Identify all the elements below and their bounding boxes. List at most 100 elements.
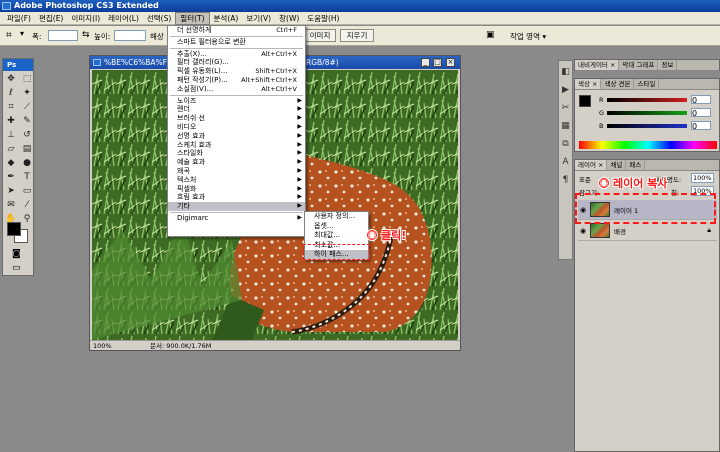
filter-menu-item[interactable]: 왜곡 ▶ — [168, 167, 305, 176]
tab-paths[interactable]: 패스 — [626, 160, 646, 170]
actions-icon[interactable]: ▶ — [559, 83, 572, 97]
tool-preset-arrow-icon[interactable]: ▾ — [20, 29, 24, 38]
filter-menu-item[interactable]: 선명 효과 ▶ — [168, 132, 305, 141]
menu-view[interactable]: 보기(V) — [242, 12, 275, 25]
clone-source-icon[interactable]: ⧉ — [559, 137, 572, 151]
paragraph-icon[interactable]: ¶ — [559, 173, 572, 187]
filter-menu-item[interactable]: 렌더 ▶ — [168, 105, 305, 114]
foreground-color-swatch[interactable] — [7, 222, 21, 236]
submenu-arrow-icon: ▶ — [297, 213, 302, 221]
history-brush-icon[interactable]: ↺ — [20, 129, 34, 141]
tab-styles[interactable]: 스타일 — [634, 79, 660, 89]
slice-tool-icon[interactable]: ⟋ — [20, 101, 34, 113]
workspace-menu[interactable]: 작업 영역 ▾ — [510, 31, 546, 42]
move-tool-icon[interactable]: ✥ — [4, 73, 18, 85]
menu-analysis[interactable]: 분석(A) — [210, 12, 243, 25]
filter-menu-item[interactable]: 스마트 필터용으로 변환 — [168, 38, 305, 47]
channel-value-input[interactable]: 0 — [691, 121, 711, 131]
filter-menu-item[interactable]: 소실점(V)... Alt+Ctrl+V — [168, 85, 305, 94]
clone-stamp-icon[interactable]: ⊥ — [4, 129, 18, 141]
eyedropper-tool-icon[interactable]: ⁄ — [20, 199, 34, 211]
tool-presets-icon[interactable]: ✂ — [559, 101, 572, 115]
tab-channels[interactable]: 채널 — [607, 160, 627, 170]
opacity-input[interactable]: 100% — [691, 173, 714, 183]
blur-tool-icon[interactable]: ◆ — [4, 157, 18, 169]
menu-help[interactable]: 도움말(H) — [303, 12, 343, 25]
filter-menu-item[interactable]: 흐림 효과 ▶ — [168, 193, 305, 202]
pen-tool-icon[interactable]: ✒ — [4, 171, 18, 183]
zoom-tool-icon[interactable]: ⚲ — [20, 213, 34, 225]
filter-menu-item[interactable]: 텍스처 ▶ — [168, 176, 305, 185]
color-fg-swatch[interactable] — [579, 95, 591, 107]
filter-menu-item[interactable]: 패턴 작성기(P)... Alt+Shift+Ctrl+X — [168, 76, 305, 85]
shape-tool-icon[interactable]: ▭ — [20, 185, 34, 197]
eraser-tool-icon[interactable]: ▱ — [4, 143, 18, 155]
menu-file[interactable]: 파일(F) — [3, 12, 35, 25]
menu-select[interactable]: 선택(S) — [143, 12, 175, 25]
lasso-tool-icon[interactable]: ℓ — [4, 87, 18, 99]
maximize-icon[interactable]: □ — [433, 58, 442, 67]
height-input[interactable] — [114, 30, 146, 41]
submenu-arrow-icon: ▶ — [297, 131, 302, 139]
crop-tool-icon[interactable]: ⌗ — [6, 30, 12, 41]
close-icon[interactable]: × — [446, 58, 455, 67]
magic-wand-tool-icon[interactable]: ✦ — [20, 87, 34, 99]
swap-icon[interactable]: ⇆ — [82, 30, 90, 40]
filter-menu-item-label: 선명 효과 — [177, 131, 205, 140]
quick-mask-icon[interactable]: ◙ — [12, 249, 21, 259]
marquee-tool-icon[interactable]: ⬚ — [20, 73, 34, 85]
clear-button[interactable]: 지우기 — [340, 29, 374, 42]
tab-navigator[interactable]: 내비게이터 × — [575, 60, 620, 70]
dodge-tool-icon[interactable]: ● — [20, 157, 34, 169]
channel-slider[interactable] — [607, 124, 687, 128]
character-icon[interactable]: A — [559, 155, 572, 169]
filter-menu-item[interactable]: 비디오 ▶ — [168, 123, 305, 132]
channel-slider[interactable] — [607, 111, 687, 115]
menu-filter[interactable]: 필터(T) — [175, 11, 210, 25]
menu-window[interactable]: 창(W) — [275, 12, 303, 25]
screen-mode-icon[interactable]: ▭ — [12, 263, 21, 273]
channel-value-input[interactable]: 0 — [691, 95, 711, 105]
layer-row[interactable]: ◉ 배경 🔒︎ — [578, 221, 717, 241]
filter-menu-item[interactable]: 브러쉬 선 ▶ — [168, 114, 305, 123]
gradient-tool-icon[interactable]: ▤ — [20, 143, 34, 155]
path-select-icon[interactable]: ➤ — [4, 185, 18, 197]
filter-menu-item[interactable]: Digimarc ▶ — [168, 214, 305, 223]
menu-image[interactable]: 이미지(I) — [67, 12, 104, 25]
filter-menu-item[interactable]: 필터 갤러리(G)... — [168, 58, 305, 67]
type-tool-icon[interactable]: T — [20, 171, 34, 183]
front-image-button[interactable]: 이미지 — [304, 29, 336, 42]
filter-menu-item[interactable]: 예술 효과 ▶ — [168, 158, 305, 167]
healing-brush-icon[interactable]: ✚ — [4, 115, 18, 127]
menu-layer[interactable]: 레이어(L) — [104, 12, 143, 25]
brushes-icon[interactable]: ▦ — [559, 119, 572, 133]
tab-color[interactable]: 색상 × — [575, 79, 602, 89]
tab-layers[interactable]: 레이어 × — [575, 160, 608, 170]
crop-tool-icon[interactable]: ⌗ — [4, 101, 18, 113]
brush-tool-icon[interactable]: ✎ — [20, 115, 34, 127]
history-icon[interactable]: ◧ — [559, 65, 572, 79]
filter-menu-item[interactable]: 더 선명하게 Ctrl+F — [168, 26, 305, 35]
color-ramp[interactable] — [579, 141, 717, 149]
channel-value-input[interactable]: 0 — [691, 108, 711, 118]
filter-menu-item[interactable]: 스타일화 ▶ — [168, 149, 305, 158]
notes-tool-icon[interactable]: ✉ — [4, 199, 18, 211]
blend-mode-select[interactable]: 표준 — [579, 174, 591, 184]
palette-well-icon[interactable]: ▣ — [486, 30, 495, 40]
minimize-icon[interactable]: _ — [421, 58, 430, 67]
options-bar: ⌗ ▾ 폭: ⇆ 높이: 해상 이미지 지우기 ▣ 작업 영역 ▾ — [0, 26, 720, 46]
channel-slider[interactable] — [607, 98, 687, 102]
channel-label: G — [599, 109, 605, 117]
submenu-item[interactable]: 사용자 정의... — [305, 212, 368, 222]
tab-histogram[interactable]: 막대 그래프 — [619, 60, 659, 70]
submenu-item[interactable]: 최대값... — [305, 231, 368, 241]
eye-icon[interactable]: ◉ — [578, 227, 588, 235]
tab-info[interactable]: 정보 — [658, 60, 678, 70]
tab-swatches[interactable]: 색상 견본 — [601, 79, 635, 89]
filter-menu-item[interactable]: 기타 ▶ — [168, 202, 305, 211]
submenu-item[interactable]: 옵셋... — [305, 222, 368, 232]
width-input[interactable] — [48, 30, 78, 41]
zoom-level[interactable]: 100% — [93, 342, 112, 350]
filter-menu-item[interactable]: 픽셀 유동화(L)... Shift+Ctrl+X — [168, 67, 305, 76]
menu-edit[interactable]: 편집(E) — [35, 12, 67, 25]
